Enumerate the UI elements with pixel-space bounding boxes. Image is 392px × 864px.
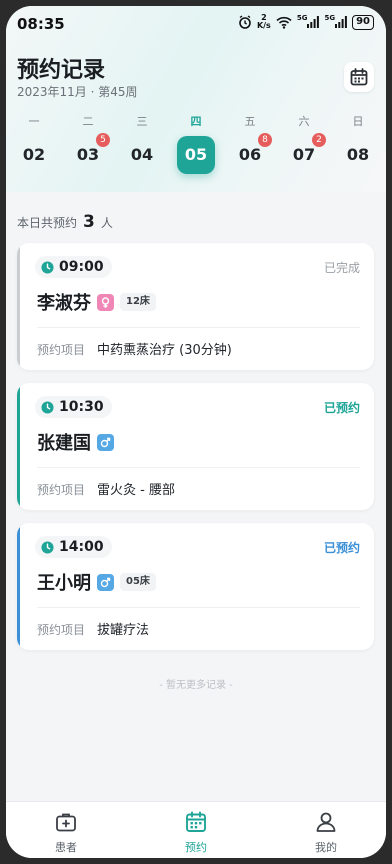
phone-screen: 08:35 2 K/s 5G 5G 90 预约记录 2023年11月 · 第45…: [6, 6, 386, 858]
divider: [37, 467, 360, 468]
appointment-card[interactable]: 09:00 已完成 李淑芬 12床 预约项目 中药熏蒸治疗 (30分钟): [17, 243, 374, 370]
status-badge: 已完成: [323, 261, 360, 275]
patient-name: 张建国: [37, 433, 91, 454]
item-row: 预约项目 中药熏蒸治疗 (30分钟): [37, 339, 232, 358]
day-label: 四: [190, 115, 202, 128]
day-label: 一: [28, 115, 40, 128]
bed-tag: 05床: [120, 573, 156, 591]
card-accent-bar: [17, 243, 20, 370]
day-label: 五: [244, 115, 256, 128]
item-label: 预约项目: [37, 483, 86, 497]
time-chip: 14:00: [35, 536, 112, 558]
tab-patients[interactable]: 患者: [36, 810, 96, 855]
patient-row: 王小明 05床: [37, 569, 156, 595]
day-tue[interactable]: 二 03 5: [68, 114, 110, 176]
signal-label-1: 5G: [296, 14, 308, 22]
tab-profile[interactable]: 我的: [296, 810, 356, 855]
clock-icon: [41, 400, 54, 414]
signal-icon-1: 5G: [297, 14, 320, 30]
count-value: 3: [83, 212, 95, 232]
appointment-time: 09:00: [59, 259, 104, 275]
bottom-tab-bar: 患者 预约 我的: [6, 801, 386, 858]
signal-icon-2: 5G: [324, 14, 347, 30]
medical-kit-icon: [56, 813, 76, 832]
calendar-button[interactable]: [344, 62, 374, 92]
calendar-icon: [186, 811, 206, 832]
patient-row: 张建国: [37, 429, 114, 455]
no-more-records: - 暂无更多记录 -: [159, 680, 233, 691]
female-icon: [97, 293, 114, 311]
day-number: 02: [22, 145, 46, 164]
tab-label: 我的: [315, 841, 337, 854]
tab-label: 预约: [185, 841, 207, 854]
count-prefix: 本日共预约: [17, 216, 78, 230]
status-icons: 2 K/s 5G 5G 90: [238, 14, 374, 30]
day-count-badge: 2: [312, 133, 326, 147]
status-badge: 已预约: [323, 541, 360, 555]
item-value: 雷火灸 - 腰部: [97, 483, 175, 498]
item-value: 拔罐疗法: [97, 623, 150, 638]
divider: [37, 327, 360, 328]
day-number: 05: [177, 136, 215, 174]
day-thu-selected[interactable]: 四 05: [176, 114, 216, 176]
appointment-card[interactable]: 14:00 已预约 王小明 05床 预约项目 拔罐疗法: [17, 523, 374, 650]
alarm-icon: [238, 14, 252, 30]
day-sat[interactable]: 六 07 2: [284, 114, 326, 176]
patient-name: 李淑芬: [37, 293, 91, 314]
card-accent-bar: [17, 383, 20, 510]
day-number: 04: [130, 145, 154, 164]
clock-icon: [41, 540, 54, 554]
male-icon: [97, 573, 114, 591]
time-chip: 10:30: [35, 396, 112, 418]
item-value: 中药熏蒸治疗 (30分钟): [97, 343, 232, 358]
tab-label: 患者: [55, 841, 77, 854]
day-number: 08: [346, 145, 370, 164]
time-chip: 09:00: [35, 256, 112, 278]
divider: [37, 607, 360, 608]
page-title: 预约记录: [17, 58, 106, 83]
item-row: 预约项目 雷火灸 - 腰部: [37, 479, 175, 498]
wifi-icon: [276, 14, 292, 30]
day-fri[interactable]: 五 06 8: [230, 114, 272, 176]
count-suffix: 人: [100, 216, 113, 230]
net-speed-unit: K/s: [256, 21, 271, 30]
day-label: 六: [298, 115, 310, 128]
appointment-count: 本日共预约 3 人: [17, 212, 113, 232]
day-label: 三: [136, 115, 148, 128]
day-wed[interactable]: 三 04: [122, 114, 162, 176]
calendar-icon: [350, 68, 368, 86]
user-icon: [316, 812, 336, 832]
status-bar: 08:35 2 K/s 5G 5G 90: [6, 6, 386, 40]
item-label: 预约项目: [37, 343, 86, 357]
day-count-badge: 8: [258, 133, 272, 147]
patient-name: 王小明: [37, 573, 91, 594]
patient-row: 李淑芬 12床: [37, 289, 156, 315]
card-accent-bar: [17, 523, 20, 650]
appointment-time: 14:00: [59, 539, 104, 555]
status-time: 08:35: [17, 15, 65, 33]
male-icon: [97, 433, 114, 451]
day-count-badge: 5: [96, 133, 110, 147]
page-subtitle: 2023年11月 · 第45周: [17, 85, 138, 99]
appointment-time: 10:30: [59, 399, 104, 415]
day-sun[interactable]: 日 08: [338, 114, 378, 176]
clock-icon: [41, 260, 54, 274]
battery-icon: 90: [352, 14, 374, 30]
day-label: 二: [82, 115, 94, 128]
status-badge: 已预约: [323, 401, 360, 415]
week-strip: 一 02 二 03 5 三 04 四 05 五 06 8 六 07 2 日 08: [6, 114, 386, 176]
day-mon[interactable]: 一 02: [14, 114, 54, 176]
net-speed: 2 K/s: [257, 14, 271, 30]
day-label: 日: [352, 115, 364, 128]
bed-tag: 12床: [120, 293, 156, 311]
signal-label-2: 5G: [324, 14, 336, 22]
item-row: 预约项目 拔罐疗法: [37, 619, 149, 638]
appointment-card[interactable]: 10:30 已预约 张建国 预约项目 雷火灸 - 腰部: [17, 383, 374, 510]
tab-appointments[interactable]: 预约: [166, 810, 226, 855]
item-label: 预约项目: [37, 623, 86, 637]
